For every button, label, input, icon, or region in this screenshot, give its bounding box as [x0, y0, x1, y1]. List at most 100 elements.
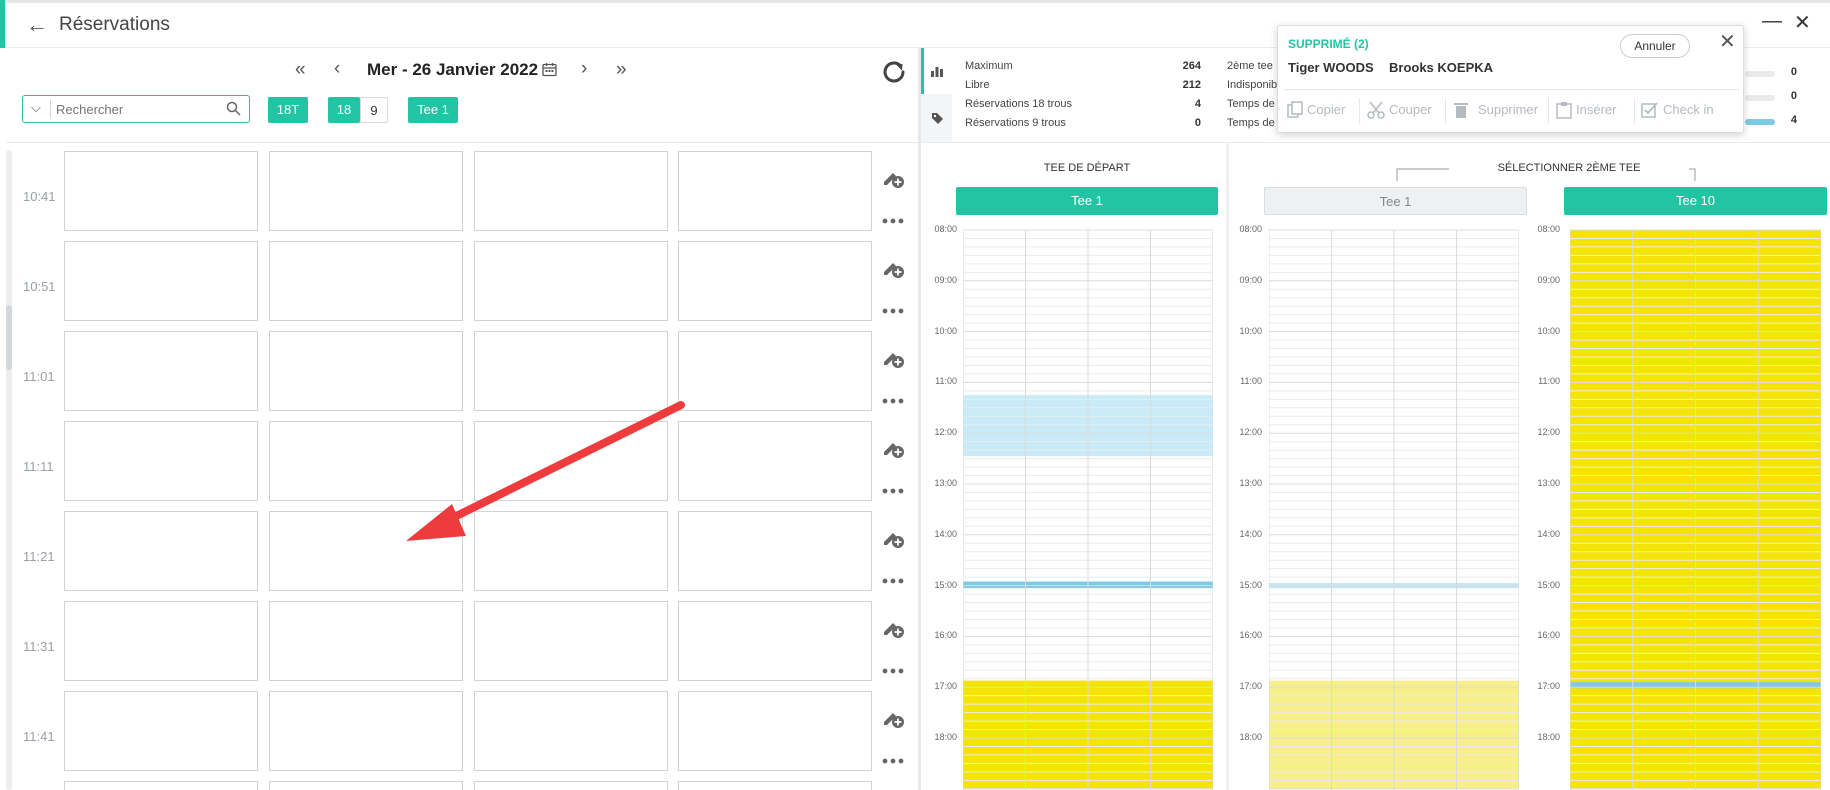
insert-button[interactable]: Insérer: [1576, 102, 1616, 117]
tee-time-grid[interactable]: [963, 224, 1213, 790]
tag-icon: [932, 113, 943, 124]
player-slot[interactable]: [678, 241, 872, 321]
player-slot[interactable]: [678, 601, 872, 681]
calendar-icon[interactable]: [542, 62, 557, 82]
close-icon[interactable]: ✕: [1794, 10, 1811, 35]
more-options-icon[interactable]: [882, 391, 904, 409]
player-slot[interactable]: [678, 691, 872, 771]
more-options-icon[interactable]: [882, 211, 904, 229]
player-name[interactable]: Tiger WOODS: [1288, 60, 1374, 75]
player-slot[interactable]: [269, 421, 463, 501]
annuler-button[interactable]: Annuler: [1620, 34, 1690, 58]
player-slot[interactable]: [64, 601, 258, 681]
player-slot[interactable]: [269, 511, 463, 591]
stat-value: 4: [1790, 114, 1797, 126]
player-slot[interactable]: [64, 691, 258, 771]
hour-label: 13:00: [1537, 478, 1560, 488]
hour-label: 08:00: [934, 224, 957, 234]
refresh-icon[interactable]: [880, 58, 908, 91]
search-icon[interactable]: [226, 101, 241, 121]
chevron-down-icon[interactable]: ⌵: [31, 100, 41, 116]
second-tee-1-button[interactable]: Tee 1: [1264, 187, 1527, 215]
player-slot[interactable]: [64, 151, 258, 231]
action-separator: [1445, 98, 1446, 124]
start-tee-button[interactable]: Tee 1: [956, 187, 1218, 215]
cut-button[interactable]: Couper: [1389, 102, 1432, 117]
player-slot[interactable]: [474, 151, 668, 231]
last-day-button[interactable]: »: [616, 59, 627, 81]
hour-label: 14:00: [934, 528, 957, 539]
player-slot[interactable]: [474, 331, 668, 411]
tee-time-grid[interactable]: [1269, 224, 1519, 790]
player-slot[interactable]: [269, 241, 463, 321]
add-booking-icon[interactable]: [881, 346, 905, 375]
filter-9-button[interactable]: 9: [360, 97, 388, 123]
player-slot[interactable]: [474, 691, 668, 771]
search-input[interactable]: [56, 99, 206, 119]
stats-tab[interactable]: [921, 48, 952, 94]
prev-day-button[interactable]: ‹: [334, 58, 340, 80]
more-options-icon[interactable]: [882, 751, 904, 769]
more-options-icon[interactable]: [882, 301, 904, 319]
arrow-left-icon[interactable]: ←: [26, 12, 48, 38]
add-booking-icon[interactable]: [881, 706, 905, 735]
timeslot-time: 11:41: [23, 729, 55, 744]
stat-value: 0: [1790, 66, 1797, 78]
tags-tab[interactable]: [921, 94, 952, 142]
page-title: Réservations: [59, 14, 170, 35]
player-slot[interactable]: [678, 781, 872, 790]
player-slot[interactable]: [269, 601, 463, 681]
player-slot[interactable]: [474, 781, 668, 790]
scrollbar-track[interactable]: [6, 150, 12, 790]
player-slot[interactable]: [269, 781, 463, 790]
copy-button[interactable]: Copier: [1307, 102, 1345, 117]
next-day-button[interactable]: ›: [581, 58, 587, 80]
add-booking-icon[interactable]: [881, 256, 905, 285]
player-slot[interactable]: [474, 241, 668, 321]
hour-label: 17:00: [1239, 681, 1262, 692]
tee-filter-button[interactable]: Tee 1: [408, 97, 458, 123]
player-slot[interactable]: [269, 331, 463, 411]
player-slot[interactable]: [474, 511, 668, 591]
hour-label: 12:00: [1537, 427, 1560, 438]
add-booking-icon[interactable]: [881, 166, 905, 195]
stat-label: Libre: [965, 79, 990, 91]
add-booking-icon[interactable]: [881, 436, 905, 465]
more-options-icon[interactable]: [882, 661, 904, 679]
more-options-icon[interactable]: [882, 481, 904, 499]
player-slot[interactable]: [474, 421, 668, 501]
hour-label: 12:00: [1239, 427, 1262, 438]
add-booking-icon[interactable]: [881, 526, 905, 555]
player-name[interactable]: Brooks KOEPKA: [1389, 60, 1493, 75]
minimize-icon[interactable]: —: [1762, 10, 1782, 33]
player-slot[interactable]: [64, 421, 258, 501]
player-slot[interactable]: [64, 511, 258, 591]
player-slot[interactable]: [64, 781, 258, 790]
hour-label: 11:00: [935, 376, 957, 387]
player-slot[interactable]: [474, 601, 668, 681]
hour-label: 15:00: [1239, 579, 1262, 590]
player-slot[interactable]: [678, 421, 872, 501]
player-slot[interactable]: [64, 241, 258, 321]
second-tee-10-button[interactable]: Tee 10: [1564, 187, 1827, 215]
player-slot[interactable]: [678, 151, 872, 231]
player-slot[interactable]: [678, 331, 872, 411]
hour-label: 16:00: [1239, 630, 1262, 641]
filter-18-button[interactable]: 18: [328, 97, 360, 123]
player-slot[interactable]: [269, 151, 463, 231]
more-options-icon[interactable]: [882, 571, 904, 589]
player-slot[interactable]: [64, 331, 258, 411]
search-box: ⌵: [22, 95, 250, 123]
close-icon[interactable]: ✕: [1719, 29, 1736, 54]
player-slot[interactable]: [678, 511, 872, 591]
check-in-button[interactable]: Check in: [1663, 102, 1714, 117]
popup-divider: [1284, 89, 1739, 90]
filter-18t-button[interactable]: 18T: [268, 97, 308, 123]
player-slot[interactable]: [269, 691, 463, 771]
tee-time-grid[interactable]: [1570, 224, 1821, 790]
first-day-button[interactable]: «: [295, 59, 306, 81]
timeslot-time: 11:31: [23, 639, 55, 654]
add-booking-icon[interactable]: [881, 616, 905, 645]
scrollbar-thumb[interactable]: [6, 305, 12, 370]
delete-button[interactable]: Supprimer: [1478, 102, 1538, 117]
